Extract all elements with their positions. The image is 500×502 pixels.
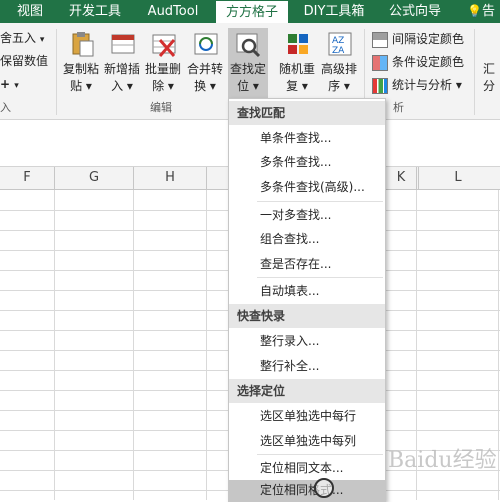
menu-item-locate-same-format[interactable]: 定位相同格式... bbox=[229, 480, 385, 501]
menu-separator bbox=[257, 277, 383, 278]
stats-analysis-button[interactable]: 统计与分析 ▾ bbox=[372, 76, 462, 94]
lightbulb-icon: 💡 bbox=[467, 4, 482, 18]
magnifier-icon bbox=[236, 33, 261, 58]
round-button[interactable]: 舍五入 ▾ bbox=[0, 29, 44, 47]
insert-rows-icon bbox=[111, 34, 135, 54]
tab-developer[interactable]: 开发工具 bbox=[62, 0, 128, 23]
menu-separator bbox=[257, 201, 383, 202]
menu-item-auto-fill-table[interactable]: 自动填表... bbox=[229, 279, 385, 303]
menu-item-multi-condition-find-advanced[interactable]: 多条件查找(高级)... bbox=[229, 175, 385, 199]
find-locate-dropdown-menu: 查找匹配 单条件查找... 多条件查找... 多条件查找(高级)... 一对多查… bbox=[228, 98, 386, 502]
watermark-logo: Baidu经验 bbox=[388, 448, 497, 473]
group-divider bbox=[56, 29, 57, 115]
column-header-l[interactable]: L bbox=[418, 167, 498, 189]
chart-icon bbox=[372, 77, 388, 94]
menu-separator bbox=[257, 454, 383, 455]
delete-table-icon bbox=[152, 34, 176, 57]
insert-button[interactable]: 新增插入 ▾ bbox=[103, 28, 141, 98]
column-header-h[interactable]: H bbox=[134, 167, 207, 189]
random-grid-icon bbox=[288, 34, 308, 54]
interval-color-button[interactable]: 间隔设定颜色 bbox=[372, 30, 464, 48]
conditional-color-icon bbox=[372, 54, 388, 71]
menu-item-select-each-row[interactable]: 选区单独选中每行 bbox=[229, 404, 385, 428]
copy-paste-button[interactable]: 复制粘贴 ▾ bbox=[62, 28, 100, 98]
column-header-g[interactable]: G bbox=[55, 167, 134, 189]
menu-header-find-match: 查找匹配 bbox=[229, 101, 385, 125]
menu-item-locate-same-text[interactable]: 定位相同文本... bbox=[229, 456, 385, 480]
menu-item-combined-find[interactable]: 组合查找... bbox=[229, 227, 385, 251]
menu-item-row-entry[interactable]: 整行录入... bbox=[229, 329, 385, 353]
plus-button[interactable]: + ▾ bbox=[0, 75, 19, 93]
find-locate-button[interactable]: 查找定位 ▾ bbox=[228, 28, 268, 98]
clipboard-icon bbox=[72, 32, 94, 57]
merge-convert-button[interactable]: 合并转换 ▾ bbox=[186, 28, 224, 98]
group-label-edit: 编辑 bbox=[150, 101, 172, 114]
group-label-analysis: 析 bbox=[393, 101, 404, 114]
svg-text:AZ: AZ bbox=[332, 36, 344, 46]
menu-header-select-locate: 选择定位 bbox=[229, 379, 385, 403]
tab-diy-toolbox[interactable]: DIY工具箱 bbox=[296, 0, 372, 23]
menu-item-one-to-many-find[interactable]: 一对多查找... bbox=[229, 203, 385, 227]
conditional-color-button[interactable]: 条件设定颜色 bbox=[372, 53, 464, 71]
menu-item-check-exists[interactable]: 查是否存在... bbox=[229, 252, 385, 276]
advanced-sort-button[interactable]: AZ ZA 高级排序 ▾ bbox=[320, 28, 358, 98]
tab-view[interactable]: 视图 bbox=[6, 0, 54, 23]
group-divider bbox=[474, 29, 475, 115]
sort-az-icon: AZZA bbox=[328, 32, 352, 56]
keep-values-button[interactable]: 保留数值 bbox=[0, 52, 48, 70]
menu-item-single-condition-find[interactable]: 单条件查找... bbox=[229, 126, 385, 150]
menu-item-row-complete[interactable]: 整行补全... bbox=[229, 354, 385, 378]
summary-button[interactable]: 汇分 bbox=[478, 28, 500, 98]
interval-color-icon bbox=[372, 31, 388, 48]
tab-tell-me[interactable]: 💡告 bbox=[462, 0, 500, 23]
column-header-f[interactable]: F bbox=[0, 167, 55, 189]
merge-icon bbox=[194, 33, 218, 55]
tab-audtool[interactable]: AudTool bbox=[138, 0, 208, 23]
tab-fangfanggezi[interactable]: 方方格子 bbox=[216, 1, 288, 23]
mouse-cursor-icon bbox=[314, 478, 334, 498]
menu-item-select-each-column[interactable]: 选区单独选中每列 bbox=[229, 429, 385, 453]
menu-header-quick-entry: 快查快录 bbox=[229, 304, 385, 328]
ribbon-tab-bar: 视图 开发工具 AudTool 方方格子 DIY工具箱 公式向导 💡告 bbox=[0, 0, 500, 23]
batch-delete-button[interactable]: 批量删除 ▾ bbox=[144, 28, 182, 98]
column-header-k-label: K bbox=[396, 170, 406, 185]
random-repeat-button[interactable]: 随机重复 ▾ bbox=[278, 28, 316, 98]
menu-item-multi-condition-find[interactable]: 多条件查找... bbox=[229, 150, 385, 174]
tab-formula-wizard[interactable]: 公式向导 bbox=[382, 0, 448, 23]
svg-text:ZA: ZA bbox=[332, 46, 345, 56]
group-label-round: 入 bbox=[0, 101, 11, 114]
